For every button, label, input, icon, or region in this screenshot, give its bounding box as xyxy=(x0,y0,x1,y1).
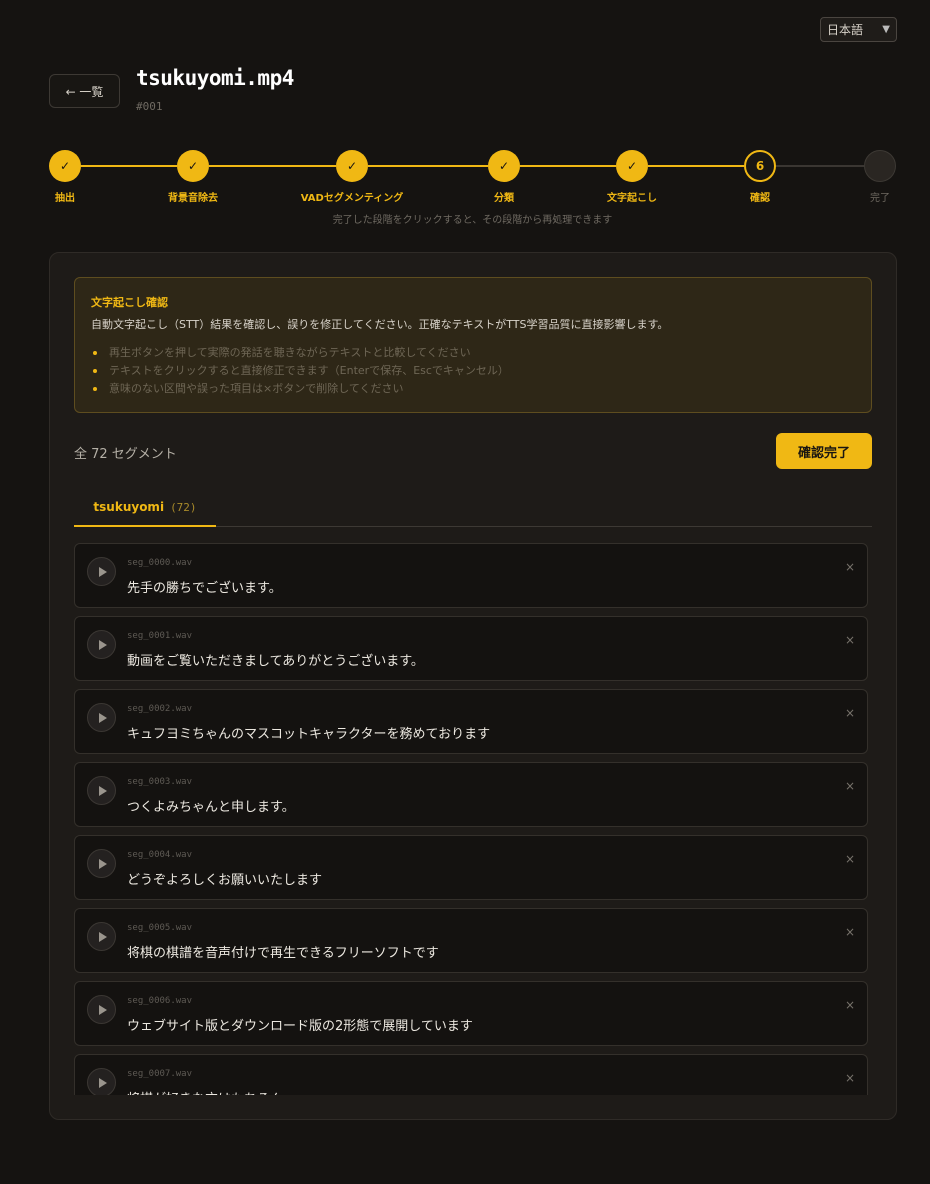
info-tip: 再生ボタンを押して実際の発話を聴きながらテキストと比較してください xyxy=(91,344,855,362)
segment-text[interactable]: ウェブサイト版とダウンロード版の2形態で展開しています xyxy=(127,1015,473,1034)
play-icon[interactable] xyxy=(87,776,116,805)
play-icon[interactable] xyxy=(87,1068,116,1095)
step-1-label: 抽出 xyxy=(55,193,75,204)
segment-text[interactable]: 将棋が好きな方はもちろん xyxy=(127,1088,283,1095)
tab-count: (72) xyxy=(170,500,197,514)
play-icon[interactable] xyxy=(87,849,116,878)
play-icon[interactable] xyxy=(87,922,116,951)
step-5-circle[interactable]: ✓ xyxy=(616,150,648,182)
segment-text[interactable]: 先手の勝ちでございます。 xyxy=(127,577,282,596)
delete-segment-icon[interactable]: × xyxy=(845,706,855,720)
delete-segment-icon[interactable]: × xyxy=(845,1071,855,1085)
file-id: #001 xyxy=(136,100,163,113)
back-to-list-button[interactable]: ← 一覧 xyxy=(49,74,120,108)
segment-text[interactable]: 動画をご覧いただきましてありがとうございます。 xyxy=(127,650,424,669)
progress-stepper: 完了した段階をクリックすると、その段階から再処理できます ✓ 抽出 ✓ 背景音除去 ✓ V… xyxy=(0,150,930,226)
segment-row: seg_0006.wav ウェブサイト版とダウンロード版の2形態で展開しています × xyxy=(74,981,868,1046)
stepper-connector xyxy=(209,165,336,167)
step-2-label: 背景音除去 xyxy=(168,193,218,204)
stepper-connector xyxy=(776,165,864,167)
segment-row: seg_0000.wav 先手の勝ちでございます。 × xyxy=(74,543,868,608)
step-6-circle: 6 xyxy=(744,150,776,182)
segment-text[interactable]: 将棋の棋譜を音声付けで再生できるフリーソフトです xyxy=(127,942,439,961)
segment-filename: seg_0005.wav xyxy=(127,923,193,933)
segment-filename: seg_0004.wav xyxy=(127,850,193,860)
confirm-complete-button[interactable]: 確認完了 xyxy=(776,433,872,469)
segment-filename: seg_0002.wav xyxy=(127,704,193,714)
info-title: 文字起こし確認 xyxy=(91,296,168,309)
tab-tsukuyomi[interactable]: tsukuyomi (72) xyxy=(74,489,216,527)
delete-segment-icon[interactable]: × xyxy=(845,633,855,647)
segment-text[interactable]: キュフヨミちゃんのマスコットキャラクターを務めております xyxy=(127,723,490,742)
stepper-connector xyxy=(648,165,744,167)
step-1-circle[interactable]: ✓ xyxy=(49,150,81,182)
segment-filename: seg_0007.wav xyxy=(127,1069,193,1079)
segment-filename: seg_0001.wav xyxy=(127,631,193,641)
delete-segment-icon[interactable]: × xyxy=(845,925,855,939)
chevron-down-icon: ▼ xyxy=(882,24,890,35)
segment-filename: seg_0006.wav xyxy=(127,996,193,1006)
review-panel: 文字起こし確認 自動文字起こし（STT）結果を確認し、誤りを修正してください。正… xyxy=(49,252,897,1120)
step-4-circle[interactable]: ✓ xyxy=(488,150,520,182)
info-description: 自動文字起こし（STT）結果を確認し、誤りを修正してください。正確なテキストがT… xyxy=(91,318,669,331)
language-select[interactable]: 日本語 ▼ xyxy=(820,17,897,42)
segment-row: seg_0007.wav 将棋が好きな方はもちろん × xyxy=(74,1054,868,1095)
step-4-label: 分類 xyxy=(494,193,514,204)
language-select-value: 日本語 xyxy=(827,23,864,37)
stepper-connector xyxy=(368,165,488,167)
delete-segment-icon[interactable]: × xyxy=(845,998,855,1012)
segment-text[interactable]: どうぞよろしくお願いいたします xyxy=(127,869,322,888)
info-tip: 意味のない区間や誤った項目は×ボタンで削除してください xyxy=(91,380,855,398)
stepper-hint: 完了した段階をクリックすると、その段階から再処理できます xyxy=(332,215,613,226)
step-6-label: 確認 xyxy=(750,193,770,204)
step-3-label: VADセグメンティング xyxy=(300,193,404,204)
segment-filename: seg_0000.wav xyxy=(127,558,193,568)
segment-count: 全 72 セグメント xyxy=(74,447,177,462)
info-tip: テキストをクリックすると直接修正できます（Enterで保存、Escでキャンセル） xyxy=(91,362,855,380)
tab-name: tsukuyomi xyxy=(93,500,165,514)
delete-segment-icon[interactable]: × xyxy=(845,852,855,866)
delete-segment-icon[interactable]: × xyxy=(845,560,855,574)
segment-row: seg_0004.wav どうぞよろしくお願いいたします × xyxy=(74,835,868,900)
segment-filename: seg_0003.wav xyxy=(127,777,193,787)
info-tips: 再生ボタンを押して実際の発話を聴きながらテキストと比較してください テキストをク… xyxy=(91,344,855,398)
speaker-tabs: tsukuyomi (72) xyxy=(74,489,872,527)
play-icon[interactable] xyxy=(87,995,116,1024)
segment-row: seg_0002.wav キュフヨミちゃんのマスコットキャラクターを務めております… xyxy=(74,689,868,754)
play-icon[interactable] xyxy=(87,630,116,659)
step-5-label: 文字起こし xyxy=(607,193,657,204)
play-icon[interactable] xyxy=(87,703,116,732)
stepper-connector xyxy=(81,165,177,167)
page-title: tsukuyomi.mp4 xyxy=(136,66,294,90)
segment-row: seg_0001.wav 動画をご覧いただきましてありがとうございます。 × xyxy=(74,616,868,681)
segment-text[interactable]: つくよみちゃんと申します。 xyxy=(127,796,295,815)
segment-row: seg_0003.wav つくよみちゃんと申します。 × xyxy=(74,762,868,827)
info-box: 文字起こし確認 自動文字起こし（STT）結果を確認し、誤りを修正してください。正… xyxy=(74,277,872,413)
stepper-connector xyxy=(520,165,616,167)
step-2-circle[interactable]: ✓ xyxy=(177,150,209,182)
segment-row: seg_0005.wav 将棋の棋譜を音声付けで再生できるフリーソフトです × xyxy=(74,908,868,973)
step-3-circle[interactable]: ✓ xyxy=(336,150,368,182)
delete-segment-icon[interactable]: × xyxy=(845,779,855,793)
segment-list[interactable]: seg_0000.wav 先手の勝ちでございます。 × seg_0001.wav 動画を… xyxy=(74,543,868,1095)
step-7-label: 完了 xyxy=(870,193,890,204)
play-icon[interactable] xyxy=(87,557,116,586)
step-7-circle xyxy=(864,150,896,182)
